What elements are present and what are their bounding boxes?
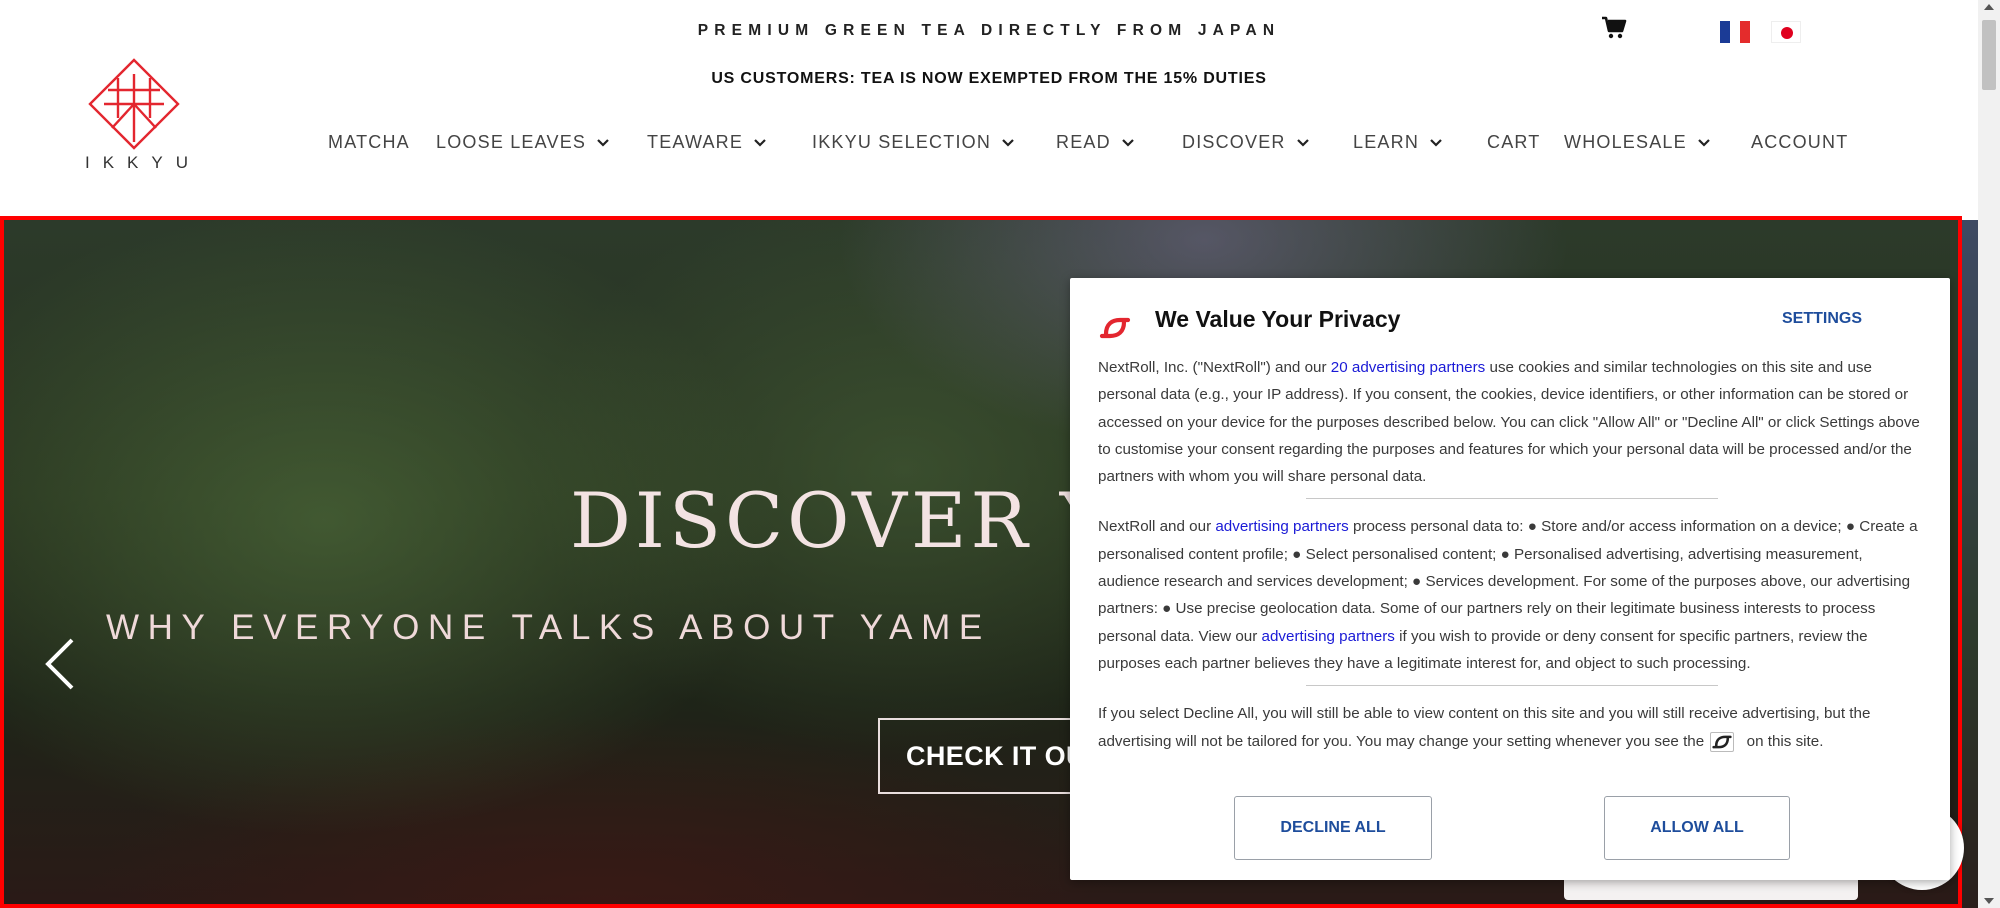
hero-edge-strip xyxy=(1962,220,1978,908)
paragraph-text: process personal data to: ● Store and/or… xyxy=(1098,518,1918,645)
nav-item-read[interactable]: READ xyxy=(1056,132,1135,153)
nextroll-inline-icon[interactable] xyxy=(1710,731,1735,752)
cart-icon[interactable] xyxy=(1601,16,1627,40)
announcement-bar: US CUSTOMERS: TEA IS NOW EXEMPTED FROM T… xyxy=(711,70,1267,87)
privacy-consent-dialog: We Value Your Privacy SETTINGS NextRoll,… xyxy=(1070,278,1950,880)
chevron-down-icon xyxy=(1698,138,1710,147)
scrollbar-thumb[interactable] xyxy=(1982,20,1996,90)
chevron-down-icon xyxy=(1296,138,1309,147)
consent-paragraph-3: If you select Decline All, you will stil… xyxy=(1098,700,1926,755)
nav-item-wholesale[interactable]: WHOLESALE xyxy=(1564,132,1711,153)
scroll-up-icon[interactable] xyxy=(1984,4,1994,10)
chevron-down-icon xyxy=(754,138,766,147)
nav-item-label: ACCOUNT xyxy=(1751,132,1849,152)
partners-link[interactable]: 20 advertising partners xyxy=(1331,359,1486,376)
nav-item-label: WHOLESALE xyxy=(1564,132,1687,152)
nav-item-label: MATCHA xyxy=(328,132,410,152)
nav-item-label: DISCOVER xyxy=(1182,132,1286,152)
consent-paragraph-1: NextRoll, Inc. ("NextRoll") and our 20 a… xyxy=(1098,354,1926,490)
nav-item-account[interactable]: ACCOUNT xyxy=(1751,132,1848,153)
nav-item-cart[interactable]: CART xyxy=(1487,132,1540,153)
decline-all-button[interactable]: DECLINE ALL xyxy=(1234,796,1432,860)
chevron-down-icon xyxy=(1002,138,1014,147)
chevron-down-icon xyxy=(1430,138,1442,147)
page-scrollbar[interactable] xyxy=(1978,0,2000,908)
hero-subtitle: WHY EVERYONE TALKS ABOUT YAME xyxy=(106,608,991,647)
advertising-partners-link[interactable]: advertising partners xyxy=(1262,628,1395,645)
nav-item-matcha[interactable]: MATCHA xyxy=(328,132,410,153)
main-navigation: MATCHA LOOSE LEAVES TEAWARE IKKYU SELECT… xyxy=(0,132,1978,158)
nav-item-teaware[interactable]: TEAWARE xyxy=(647,132,767,153)
nav-item-learn[interactable]: LEARN xyxy=(1353,132,1443,153)
nav-item-label: IKKYU SELECTION xyxy=(812,132,992,152)
nav-item-label: READ xyxy=(1056,132,1111,152)
paragraph-text: NextRoll and our xyxy=(1098,518,1216,536)
nav-item-discover[interactable]: DISCOVER xyxy=(1182,132,1310,153)
nav-item-label: LOOSE LEAVES xyxy=(436,132,587,152)
chevron-down-icon xyxy=(1122,138,1134,147)
allow-all-button[interactable]: ALLOW ALL xyxy=(1604,796,1790,860)
chevron-down-icon xyxy=(597,138,609,147)
nav-item-loose-leaves[interactable]: LOOSE LEAVES xyxy=(436,132,610,153)
dialog-title: We Value Your Privacy xyxy=(1155,306,1401,332)
scroll-down-icon[interactable] xyxy=(1984,898,1994,904)
nav-item-label: TEAWARE xyxy=(647,132,744,152)
paragraph-text: on this site. xyxy=(1742,732,1824,750)
dialog-body: NextRoll, Inc. ("NextRoll") and our 20 a… xyxy=(1098,354,1926,755)
paragraph-text: use cookies and similar technologies on … xyxy=(1098,359,1920,486)
advertising-partners-link[interactable]: advertising partners xyxy=(1215,518,1348,535)
header-tagline: PREMIUM GREEN TEA DIRECTLY FROM JAPAN xyxy=(697,22,1281,39)
chevron-left-icon[interactable] xyxy=(42,636,78,692)
settings-link[interactable]: SETTINGS xyxy=(1782,310,1862,328)
nav-item-label: LEARN xyxy=(1353,132,1420,152)
nav-item-ikkyu-selection[interactable]: IKKYU SELECTION xyxy=(812,132,1015,153)
divider xyxy=(1306,685,1718,687)
japanese-flag-icon[interactable] xyxy=(1771,21,1801,43)
nav-item-label: CART xyxy=(1487,132,1541,152)
french-flag-icon[interactable] xyxy=(1720,21,1750,43)
paragraph-text: NextRoll, Inc. ("NextRoll") and our xyxy=(1098,359,1331,376)
nextroll-logo-icon xyxy=(1098,314,1132,342)
divider xyxy=(1306,498,1718,500)
consent-paragraph-2: NextRoll and our advertising partners pr… xyxy=(1098,513,1926,677)
